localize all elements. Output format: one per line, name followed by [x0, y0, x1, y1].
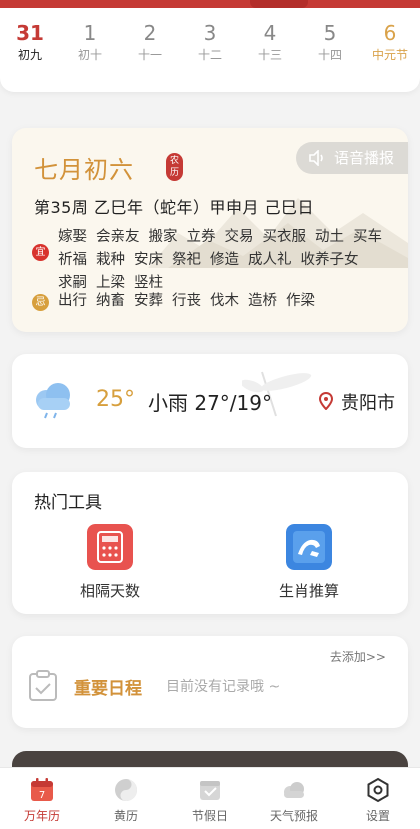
- day-lunar: 十一: [137, 48, 162, 62]
- days-between-label: 相隔天数: [79, 582, 140, 600]
- avoid-item: 行丧: [172, 293, 201, 309]
- avoid-items: 出行 纳畜 安葬 行丧 伐木 造桥 作梁: [58, 290, 398, 313]
- suitable-item: 买衣服: [262, 229, 307, 245]
- suitable-row: 宜 嫁娶 会亲友 搬家 立券 交易 买衣服 动土 买车祈福 栽种 安床 祭祀 修造 成人礼 收养子女求嗣上…: [32, 226, 398, 295]
- day-number: 5: [323, 21, 337, 45]
- date-strip: 31 初九 1 初十 2 十一 3 十二 4 十三 5 十四 6 中元节: [0, 0, 420, 92]
- suitable-item: 会亲友: [96, 229, 140, 245]
- header-notch: [250, 0, 308, 8]
- tab-calendar[interactable]: 7 万年历: [0, 768, 84, 829]
- voice-broadcast-button[interactable]: 语音播报: [296, 142, 408, 174]
- suitable-item: 安床: [134, 252, 163, 268]
- avoid-item: 安葬: [134, 293, 163, 309]
- day-number: 1: [83, 21, 97, 45]
- day-number: 3: [203, 21, 217, 45]
- suitable-item: 上梁: [96, 275, 125, 291]
- suitable-item: 修造: [210, 252, 239, 268]
- ganzhi-line: 第35周 乙巳年（蛇年）甲申月 己巳日: [34, 198, 315, 217]
- tab-label: 黄历: [113, 809, 138, 823]
- day-festival: 中元节: [371, 48, 408, 62]
- city-name[interactable]: 贵阳市: [341, 389, 395, 415]
- calendar-icon-day: 7: [39, 790, 45, 801]
- current-temperature: 25°: [96, 387, 135, 412]
- tab-settings[interactable]: 设置: [336, 768, 420, 829]
- suitable-item: 动土: [315, 229, 344, 245]
- tab-label: 节假日: [191, 809, 228, 823]
- tab-label: 万年历: [23, 809, 60, 823]
- weather-card[interactable]: 25° 小雨 27°/19° 贵阳市: [12, 354, 408, 448]
- day-number: 2: [143, 21, 157, 45]
- voice-broadcast-label: 语音播报: [334, 149, 395, 167]
- avoid-item: 纳畜: [96, 293, 125, 309]
- suitable-item: 交易: [224, 229, 254, 245]
- avoid-row: 忌 出行 纳畜 安葬 行丧 伐木 造桥 作梁: [32, 290, 398, 313]
- suitable-item: 成人礼: [248, 252, 292, 268]
- speaker-icon: [309, 150, 323, 166]
- day-number: 31: [16, 21, 44, 45]
- avoid-item: 伐木: [210, 293, 239, 309]
- settings-hexagon-icon: [367, 777, 389, 803]
- day-lunar: 初十: [77, 48, 102, 62]
- suitable-item: 祭祀: [172, 252, 201, 268]
- suitable-item: 收养子女: [300, 252, 359, 268]
- suitable-items: 嫁娶 会亲友 搬家 立券 交易 买衣服 动土 买车祈福 栽种 安床 祭祀 修造 成人礼 收养子女求嗣 上梁竖…: [58, 226, 398, 295]
- suitable-item: 栽种: [96, 252, 125, 268]
- avoid-item: 作梁: [286, 293, 315, 309]
- yin-yang-icon: [115, 779, 137, 801]
- lunar-calendar-badge: 农历: [166, 153, 183, 181]
- calculator-icon: [87, 524, 133, 570]
- day-item[interactable]: 1 初十: [60, 22, 120, 63]
- suitable-badge: 宜: [32, 244, 49, 261]
- schedule-title: 重要日程: [74, 679, 142, 699]
- light-rain-cloud-icon: [36, 383, 70, 419]
- day-lunar: 十三: [257, 48, 282, 62]
- add-schedule-link[interactable]: 去添加>>: [330, 648, 386, 665]
- tab-weather[interactable]: 天气预报: [252, 768, 336, 829]
- suitable-item: 祈福: [58, 252, 87, 268]
- bottom-tab-bar: 7 万年历 黄历 节假日 天气预报 设置: [0, 767, 420, 829]
- day-lunar: 十二: [197, 48, 222, 62]
- day-item[interactable]: 6 中元节: [360, 22, 420, 63]
- tab-label: 设置: [365, 809, 390, 823]
- tiger-zodiac-icon: [286, 524, 332, 570]
- weather-condition: 小雨 27°/19°: [148, 391, 272, 415]
- hot-tools-card: 热门工具 相隔天数 生肖推算: [12, 472, 408, 614]
- day-number: 6: [383, 21, 397, 45]
- tab-label: 天气预报: [269, 809, 318, 823]
- location-pin-icon: [319, 392, 333, 410]
- day-lunar: 十四: [317, 48, 342, 62]
- clipboard-check-icon: [29, 670, 57, 701]
- header-bar: [0, 0, 420, 8]
- hot-tools-title: 热门工具: [34, 493, 102, 513]
- schedule-empty-text: 目前没有记录哦 ~: [166, 679, 281, 695]
- holiday-calendar-icon: [200, 781, 220, 800]
- cloud-icon: [284, 782, 304, 798]
- zodiac-label: 生肖推算: [278, 582, 339, 600]
- lunar-date: 七月初六: [34, 156, 134, 184]
- suitable-item: 嫁娶: [58, 229, 87, 245]
- days-between-tool[interactable]: 相隔天数: [55, 524, 165, 601]
- avoid-badge: 忌: [32, 294, 49, 311]
- almanac-card[interactable]: 七月初六 农历 语音播报 第35周 乙巳年（蛇年）甲申月 己巳日 宜 嫁娶 会亲友…: [12, 128, 408, 332]
- zodiac-tool[interactable]: 生肖推算: [254, 524, 364, 601]
- day-item[interactable]: 5 十四: [300, 22, 360, 63]
- avoid-item: 出行: [58, 293, 87, 309]
- avoid-item: 造桥: [248, 293, 277, 309]
- calendar-icon: 7: [31, 778, 53, 801]
- day-list: 31 初九 1 初十 2 十一 3 十二 4 十三 5 十四 6 中元节: [0, 22, 420, 72]
- day-number: 4: [263, 21, 277, 45]
- suitable-item: 立券: [186, 229, 216, 245]
- suitable-item: 买车: [353, 229, 382, 245]
- tab-holidays[interactable]: 节假日: [168, 768, 252, 829]
- day-item[interactable]: 3 十二: [180, 22, 240, 63]
- day-item[interactable]: 4 十三: [240, 22, 300, 63]
- suitable-item: 竖柱: [134, 275, 163, 291]
- suitable-item: 搬家: [148, 229, 178, 245]
- day-item[interactable]: 2 十一: [120, 22, 180, 63]
- day-lunar: 初九: [17, 48, 42, 62]
- day-item[interactable]: 31 初九: [0, 22, 60, 63]
- tab-almanac[interactable]: 黄历: [84, 768, 168, 829]
- important-schedule-card: 去添加>> 重要日程 目前没有记录哦 ~: [12, 636, 408, 728]
- suitable-item: 求嗣: [58, 275, 87, 291]
